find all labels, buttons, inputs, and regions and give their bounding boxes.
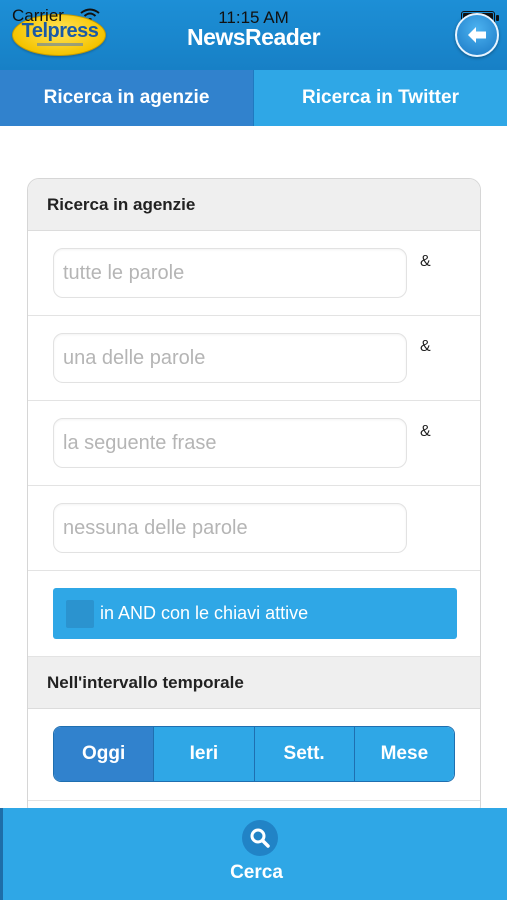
and-checkbox[interactable] <box>66 599 94 628</box>
app-header: Carrier 11:15 AM Telpress NewsReader <box>0 0 507 70</box>
section-title-intervallo: Nell'intervallo temporale <box>28 657 480 709</box>
segment-ieri[interactable]: Ieri <box>153 727 254 781</box>
exact-phrase-input[interactable] <box>53 418 407 468</box>
field-row: & <box>28 401 480 486</box>
segment-mese[interactable]: Mese <box>353 727 454 781</box>
search-mode-tabs: Ricerca in agenzie Ricerca in Twitter <box>0 70 507 126</box>
field-row: & <box>28 231 480 316</box>
and-symbol: & <box>420 423 431 440</box>
all-words-input[interactable] <box>53 248 407 298</box>
and-toggle-label: in AND con le chiavi attive <box>100 603 309 623</box>
section-title-agenzie: Ricerca in agenzie <box>28 179 480 231</box>
field-row: & <box>28 316 480 401</box>
and-toggle-row: in AND con le chiavi attive <box>28 571 480 657</box>
field-row <box>28 486 480 571</box>
tab-ricerca-twitter[interactable]: Ricerca in Twitter <box>253 70 507 126</box>
search-footer-button[interactable]: Cerca <box>0 808 507 900</box>
app-title: NewsReader <box>186 24 321 50</box>
and-symbol: & <box>420 338 431 355</box>
search-icon-circle <box>242 820 278 856</box>
segment-sett[interactable]: Sett. <box>253 727 354 781</box>
any-word-input[interactable] <box>53 333 407 383</box>
tab-ricerca-agenzie[interactable]: Ricerca in agenzie <box>0 70 253 126</box>
search-icon <box>250 828 270 848</box>
none-of-words-input[interactable] <box>53 503 407 553</box>
carrier-label: Carrier <box>12 6 64 25</box>
search-panel: Ricerca in agenzie & & & in AND con le c… <box>27 178 481 818</box>
and-keys-toggle[interactable]: in AND con le chiavi attive <box>53 588 457 639</box>
time-range-segmented: Oggi Ieri Sett. Mese <box>53 726 455 782</box>
and-symbol: & <box>420 253 431 270</box>
arrow-left-icon <box>468 27 486 43</box>
segment-oggi[interactable]: Oggi <box>54 727 154 781</box>
back-button[interactable] <box>455 13 499 57</box>
time-range-row: Oggi Ieri Sett. Mese <box>28 709 480 801</box>
search-label: Cerca <box>230 862 283 883</box>
